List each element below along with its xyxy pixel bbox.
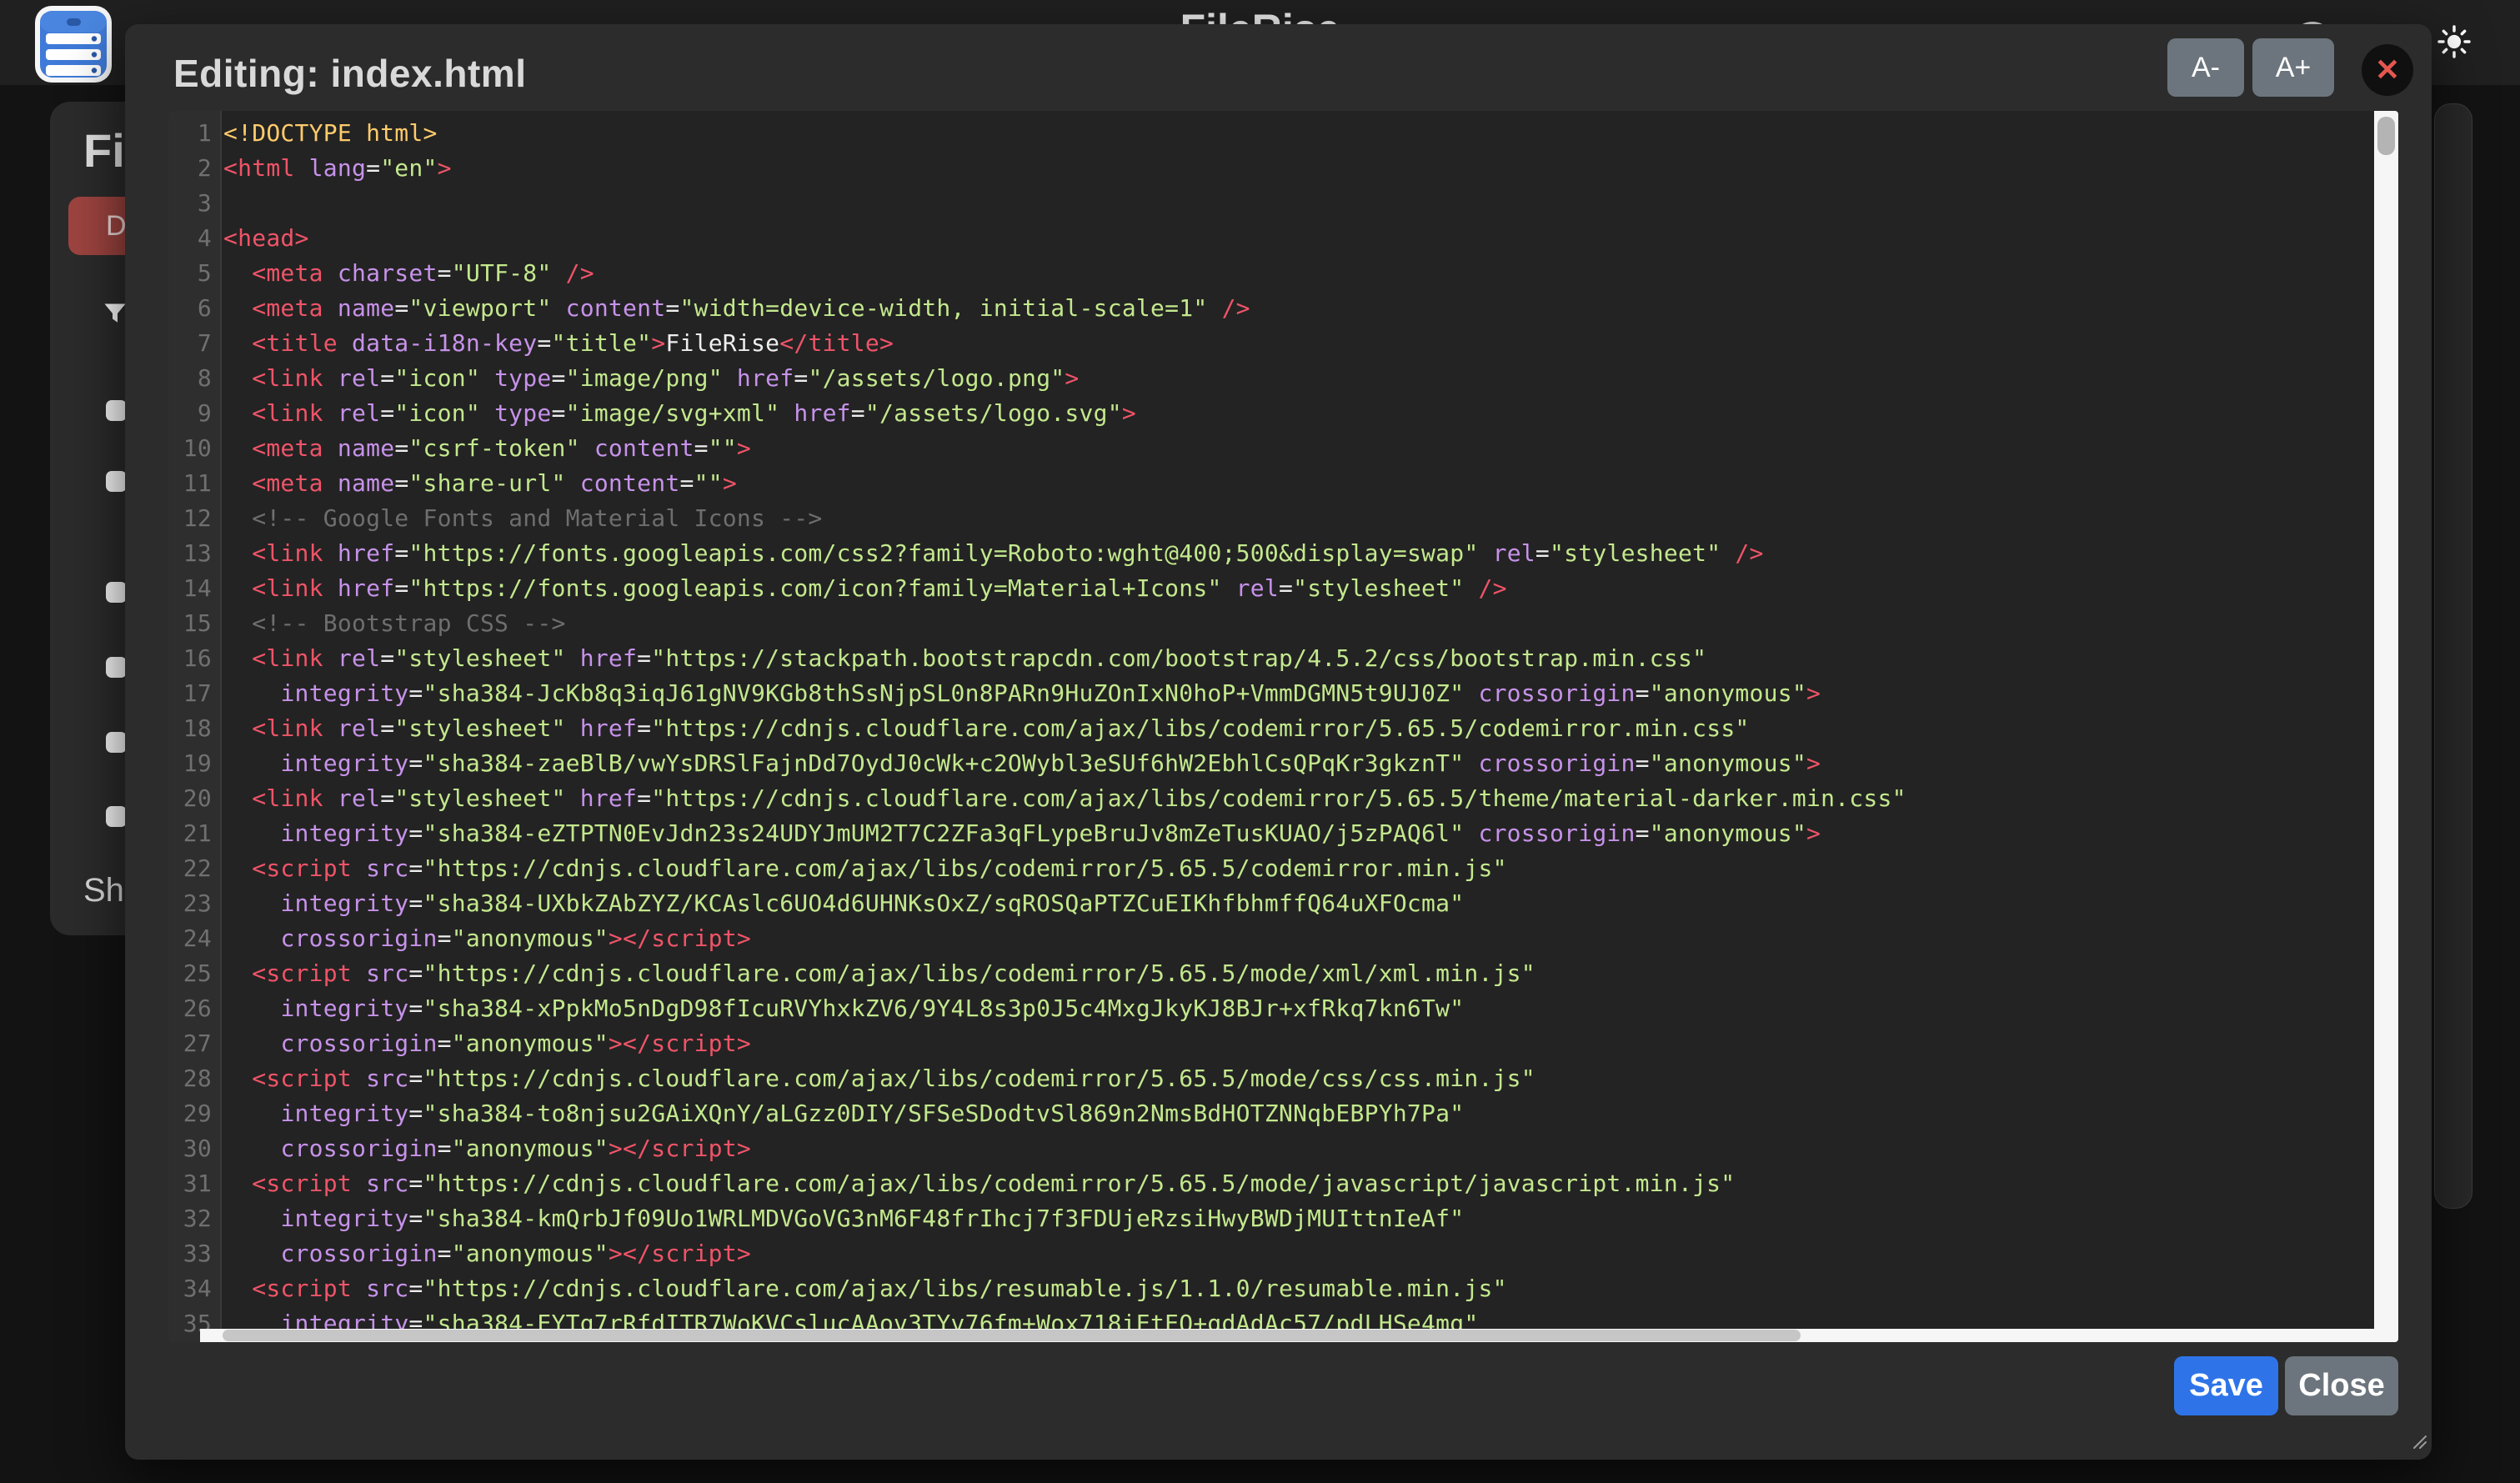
dark-mode-toggle-sun-icon[interactable] <box>2436 23 2472 60</box>
code-lines[interactable]: <!DOCTYPE html><html lang="en"> <head> <m… <box>223 116 2372 1342</box>
line-number: 33 <box>168 1236 220 1271</box>
code-line: <link href="https://fonts.googleapis.com… <box>223 536 2372 571</box>
horizontal-scrollbar-thumb[interactable] <box>223 1330 1801 1341</box>
line-number: 2 <box>168 151 220 186</box>
line-number: 14 <box>168 571 220 606</box>
code-line: integrity="sha384-UXbkZAbZYZ/KCAslc6UO4d… <box>223 886 2372 921</box>
line-number: 34 <box>168 1271 220 1306</box>
line-number: 5 <box>168 256 220 291</box>
code-line: crossorigin="anonymous"></script> <box>223 1131 2372 1166</box>
line-number: 31 <box>168 1166 220 1201</box>
code-line: <title data-i18n-key="title">FileRise</t… <box>223 326 2372 361</box>
line-number: 17 <box>168 676 220 711</box>
save-button[interactable]: Save <box>2174 1356 2278 1415</box>
line-number: 22 <box>168 851 220 886</box>
code-line: <link rel="icon" type="image/png" href="… <box>223 361 2372 396</box>
code-line: <meta name="viewport" content="width=dev… <box>223 291 2372 326</box>
code-line: <!-- Bootstrap CSS --> <box>223 606 2372 641</box>
sidebar-checkbox[interactable] <box>106 400 127 421</box>
resize-handle-icon[interactable] <box>2407 1430 2427 1450</box>
code-line: integrity="sha384-xPpkMo5nDgD98fIcuRVYhx… <box>223 991 2372 1026</box>
code-line: integrity="sha384-to8njsu2GAiXQnY/aLGzz0… <box>223 1096 2372 1131</box>
line-number: 11 <box>168 466 220 501</box>
line-number: 3 <box>168 186 220 221</box>
line-number: 25 <box>168 956 220 991</box>
close-button[interactable]: Close <box>2285 1356 2398 1415</box>
code-line: <!-- Google Fonts and Material Icons --> <box>223 501 2372 536</box>
modal-title: Editing: index.html <box>173 51 526 96</box>
code-line: <link rel="stylesheet" href="https://cdn… <box>223 711 2372 746</box>
code-line: <script src="https://cdnjs.cloudflare.co… <box>223 851 2372 886</box>
code-line: <script src="https://cdnjs.cloudflare.co… <box>223 1166 2372 1201</box>
line-number: 19 <box>168 746 220 781</box>
line-number: 7 <box>168 326 220 361</box>
code-line: <script src="https://cdnjs.cloudflare.co… <box>223 1061 2372 1096</box>
line-number: 26 <box>168 991 220 1026</box>
sidebar-checkbox[interactable] <box>106 657 127 678</box>
line-number: 6 <box>168 291 220 326</box>
filter-funnel-icon[interactable] <box>103 302 128 327</box>
code-line: <link rel="icon" type="image/svg+xml" hr… <box>223 396 2372 431</box>
code-line: <meta charset="UTF-8" /> <box>223 256 2372 291</box>
code-line: integrity="sha384-eZTPTN0EvJdn23s24UDYJm… <box>223 816 2372 851</box>
vertical-scrollbar-thumb[interactable] <box>2377 117 2395 155</box>
code-line: <html lang="en"> <box>223 151 2372 186</box>
code-editor[interactable]: 1234567891011121314151617181920212223242… <box>168 111 2398 1342</box>
code-line: integrity="sha384-JcKb8q3iqJ61gNV9KGb8th… <box>223 676 2372 711</box>
line-number-gutter: 1234567891011121314151617181920212223242… <box>168 111 222 1342</box>
code-line: <script src="https://cdnjs.cloudflare.co… <box>223 956 2372 991</box>
code-line: <link rel="stylesheet" href="https://cdn… <box>223 781 2372 816</box>
editor-modal: Editing: index.html A- A+ ✕ 123456789101… <box>125 24 2432 1460</box>
line-number: 12 <box>168 501 220 536</box>
line-number: 29 <box>168 1096 220 1131</box>
line-number: 23 <box>168 886 220 921</box>
code-line: <link href="https://fonts.googleapis.com… <box>223 571 2372 606</box>
code-line: <link rel="stylesheet" href="https://sta… <box>223 641 2372 676</box>
sidebar-checkbox[interactable] <box>106 582 127 603</box>
code-line: crossorigin="anonymous"></script> <box>223 1236 2372 1271</box>
line-number: 13 <box>168 536 220 571</box>
horizontal-scrollbar-track[interactable] <box>200 1329 2374 1342</box>
line-number: 9 <box>168 396 220 431</box>
sidebar-checkbox[interactable] <box>106 732 127 753</box>
sidebar-heading: Fi <box>83 123 125 178</box>
line-number: 24 <box>168 921 220 956</box>
line-number: 27 <box>168 1026 220 1061</box>
code-line <box>223 186 2372 221</box>
line-number: 32 <box>168 1201 220 1236</box>
code-line: <head> <box>223 221 2372 256</box>
code-line: crossorigin="anonymous"></script> <box>223 921 2372 956</box>
main-content-card-edge <box>2434 103 2472 1209</box>
line-number: 15 <box>168 606 220 641</box>
line-number: 21 <box>168 816 220 851</box>
close-x-button[interactable]: ✕ <box>2362 44 2413 96</box>
line-number: 8 <box>168 361 220 396</box>
line-number: 28 <box>168 1061 220 1096</box>
screen: FileRise Fi D Sho Editing: index.html A- <box>0 0 2520 1483</box>
font-increase-button[interactable]: A+ <box>2252 38 2334 97</box>
code-line: crossorigin="anonymous"></script> <box>223 1026 2372 1061</box>
line-number: 1 <box>168 116 220 151</box>
sidebar-checkbox[interactable] <box>106 471 127 492</box>
line-number: 10 <box>168 431 220 466</box>
code-line: integrity="sha384-zaeBlB/vwYsDRSlFajnDd7… <box>223 746 2372 781</box>
code-line: <meta name="share-url" content=""> <box>223 466 2372 501</box>
code-line: <script src="https://cdnjs.cloudflare.co… <box>223 1271 2372 1306</box>
line-number: 30 <box>168 1131 220 1166</box>
sidebar-checkbox[interactable] <box>106 806 127 827</box>
code-line: <meta name="csrf-token" content=""> <box>223 431 2372 466</box>
vertical-scrollbar-track[interactable] <box>2374 111 2398 1342</box>
line-number: 18 <box>168 711 220 746</box>
line-number: 4 <box>168 221 220 256</box>
line-number: 20 <box>168 781 220 816</box>
font-decrease-button[interactable]: A- <box>2167 38 2244 97</box>
code-line: integrity="sha384-kmQrbJf09Uo1WRLMDVGoVG… <box>223 1201 2372 1236</box>
code-line: <!DOCTYPE html> <box>223 116 2372 151</box>
line-number: 16 <box>168 641 220 676</box>
